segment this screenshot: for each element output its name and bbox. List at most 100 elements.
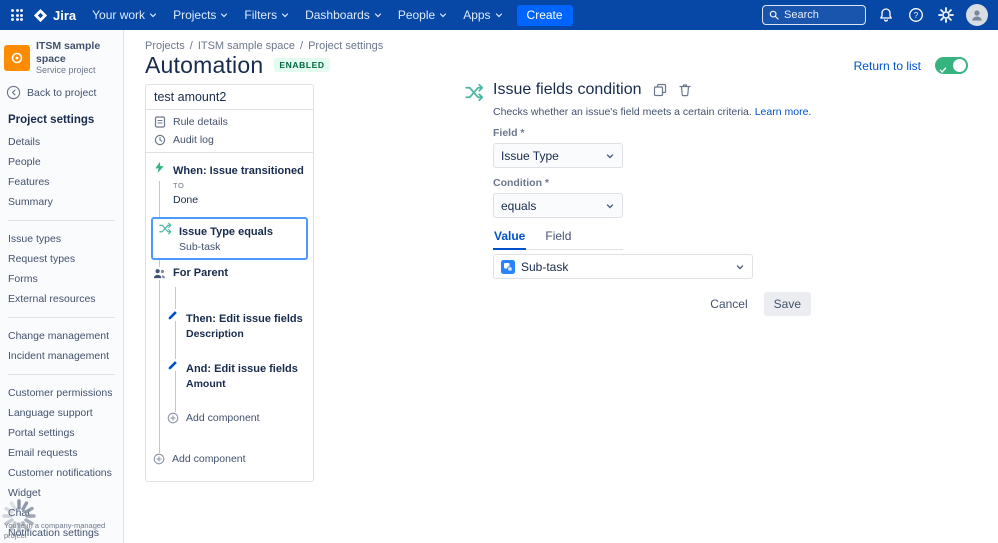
sidebar-divider <box>8 374 115 376</box>
create-button[interactable]: Create <box>516 4 573 26</box>
nav-item-apps[interactable]: Apps <box>455 0 510 30</box>
sidebar-item-forms[interactable]: Forms <box>0 269 123 289</box>
sidebar-item-language-support[interactable]: Language support <box>0 403 123 423</box>
subtask-type-icon <box>501 259 515 274</box>
sidebar-item-request-types[interactable]: Request types <box>0 249 123 269</box>
sidebar-item-change-management[interactable]: Change management <box>0 326 123 346</box>
chevron-down-icon <box>281 13 289 18</box>
action-sub: Description <box>186 328 244 340</box>
action-title: And: Edit issue fields <box>186 363 298 375</box>
sidebar-item-customer-permissions[interactable]: Customer permissions <box>0 383 123 403</box>
component-detail-panel: Issue fields condition Checks whether an… <box>465 81 811 316</box>
breadcrumb-separator: / <box>189 40 193 52</box>
field-select[interactable]: Issue Type <box>493 143 623 168</box>
back-arrow-icon <box>6 86 21 100</box>
nav-item-people[interactable]: People <box>390 0 455 30</box>
learn-more-link[interactable]: Learn more. <box>755 106 812 118</box>
add-circle-icon <box>153 453 165 465</box>
return-to-list-link[interactable]: Return to list <box>854 59 921 73</box>
sidebar-item-features[interactable]: Features <box>0 172 123 192</box>
breadcrumb-project-settings[interactable]: Project settings <box>308 40 383 52</box>
brand-label: Jira <box>53 7 77 23</box>
trash-icon[interactable] <box>678 83 692 97</box>
branch-title: For Parent <box>173 267 229 279</box>
notifications-bell-icon[interactable] <box>876 5 896 25</box>
action-node-and[interactable]: And: Edit issue fields Amount <box>167 359 298 392</box>
loading-spinner-icon <box>2 499 36 533</box>
condition-sub: Sub-task <box>179 241 221 253</box>
chevron-down-icon <box>221 13 228 18</box>
action-sub: Amount <box>186 378 226 390</box>
sidebar-item-email-requests[interactable]: Email requests <box>0 443 123 463</box>
nav-item-dashboards[interactable]: Dashboards <box>297 0 390 30</box>
chevron-down-icon <box>440 13 447 18</box>
detail-description: Checks whether an issue's field meets a … <box>493 106 812 118</box>
nav-item-projects[interactable]: Projects <box>165 0 236 30</box>
rule-name[interactable]: test amount2 <box>146 85 313 110</box>
help-icon[interactable]: ? <box>906 5 926 25</box>
value-select[interactable]: Sub-task <box>493 254 753 279</box>
toggle-knob <box>953 59 966 72</box>
tab-field[interactable]: Field <box>544 229 572 249</box>
sidebar-item-people[interactable]: People <box>0 152 123 172</box>
search-icon <box>769 10 779 20</box>
condition-title: Issue Type equals <box>179 226 273 238</box>
detail-title: Issue fields condition <box>493 81 642 98</box>
branch-node[interactable]: For Parent <box>153 267 228 281</box>
condition-node-selected[interactable]: Issue Type equals Sub-task <box>151 217 308 260</box>
sidebar-item-details[interactable]: Details <box>0 132 123 152</box>
breadcrumb-projects[interactable]: Projects <box>145 40 185 52</box>
sidebar-divider <box>8 317 115 319</box>
automation-enabled-toggle[interactable] <box>935 57 968 74</box>
trigger-sub-label: TO <box>173 181 185 190</box>
chevron-down-icon <box>149 13 157 18</box>
rule-chain: When: Issue transitioned TO Done Issue T… <box>146 153 313 483</box>
search-input[interactable] <box>784 9 859 21</box>
tab-value[interactable]: Value <box>493 229 527 250</box>
field-label: Field * <box>493 127 525 139</box>
branch-connector <box>175 287 176 421</box>
check-icon <box>939 61 947 79</box>
lightning-bolt-icon <box>153 161 166 174</box>
action-title: Then: Edit issue fields <box>186 313 303 325</box>
condition-select[interactable]: equals <box>493 193 623 218</box>
project-avatar <box>4 44 30 71</box>
sidebar-item-customer-notifications[interactable]: Customer notifications <box>0 463 123 483</box>
breadcrumb: Projects / ITSM sample space / Project s… <box>145 40 383 52</box>
sidebar-item-external-resources[interactable]: External resources <box>0 289 123 309</box>
document-icon <box>154 116 166 128</box>
duplicate-icon[interactable] <box>653 83 667 97</box>
sidebar-item-portal-settings[interactable]: Portal settings <box>0 423 123 443</box>
back-to-project[interactable]: Back to project <box>0 77 123 106</box>
pencil-icon <box>167 359 179 371</box>
nav-item-your-work[interactable]: Your work <box>84 0 165 30</box>
user-avatar[interactable] <box>966 4 988 26</box>
trigger-node[interactable]: When: Issue transitioned TO Done <box>153 161 304 208</box>
save-button[interactable]: Save <box>763 292 811 316</box>
svg-text:?: ? <box>914 11 919 20</box>
global-search[interactable] <box>762 5 866 25</box>
chevron-down-icon <box>606 153 614 158</box>
audit-log-item[interactable]: Audit log <box>146 131 313 149</box>
person-icon <box>972 10 982 21</box>
app-switcher-icon[interactable] <box>4 2 30 28</box>
chevron-down-icon <box>374 13 381 18</box>
add-component-button[interactable]: Add component <box>153 453 246 465</box>
people-icon <box>153 267 166 281</box>
pencil-icon <box>167 309 179 321</box>
sidebar-item-issue-types[interactable]: Issue types <box>0 229 123 249</box>
breadcrumb-itsm-sample-space[interactable]: ITSM sample space <box>198 40 295 52</box>
jira-logo[interactable]: Jira <box>30 8 84 23</box>
sidebar-item-incident-management[interactable]: Incident management <box>0 346 123 366</box>
add-circle-icon <box>167 412 179 424</box>
sidebar-item-summary[interactable]: Summary <box>0 192 123 212</box>
settings-gear-icon[interactable] <box>936 5 956 25</box>
cancel-button[interactable]: Cancel <box>700 292 757 316</box>
project-sidebar: ITSM sample space Service project Back t… <box>0 30 124 543</box>
top-navigation: Jira Your work Projects Filters Dashboar… <box>0 0 998 30</box>
rule-meta: Rule details Audit log <box>146 110 313 153</box>
add-component-branch-button[interactable]: Add component <box>167 412 260 424</box>
nav-item-filters[interactable]: Filters <box>236 0 297 30</box>
action-node-then[interactable]: Then: Edit issue fields Description <box>167 309 303 342</box>
rule-details-item[interactable]: Rule details <box>146 113 313 131</box>
